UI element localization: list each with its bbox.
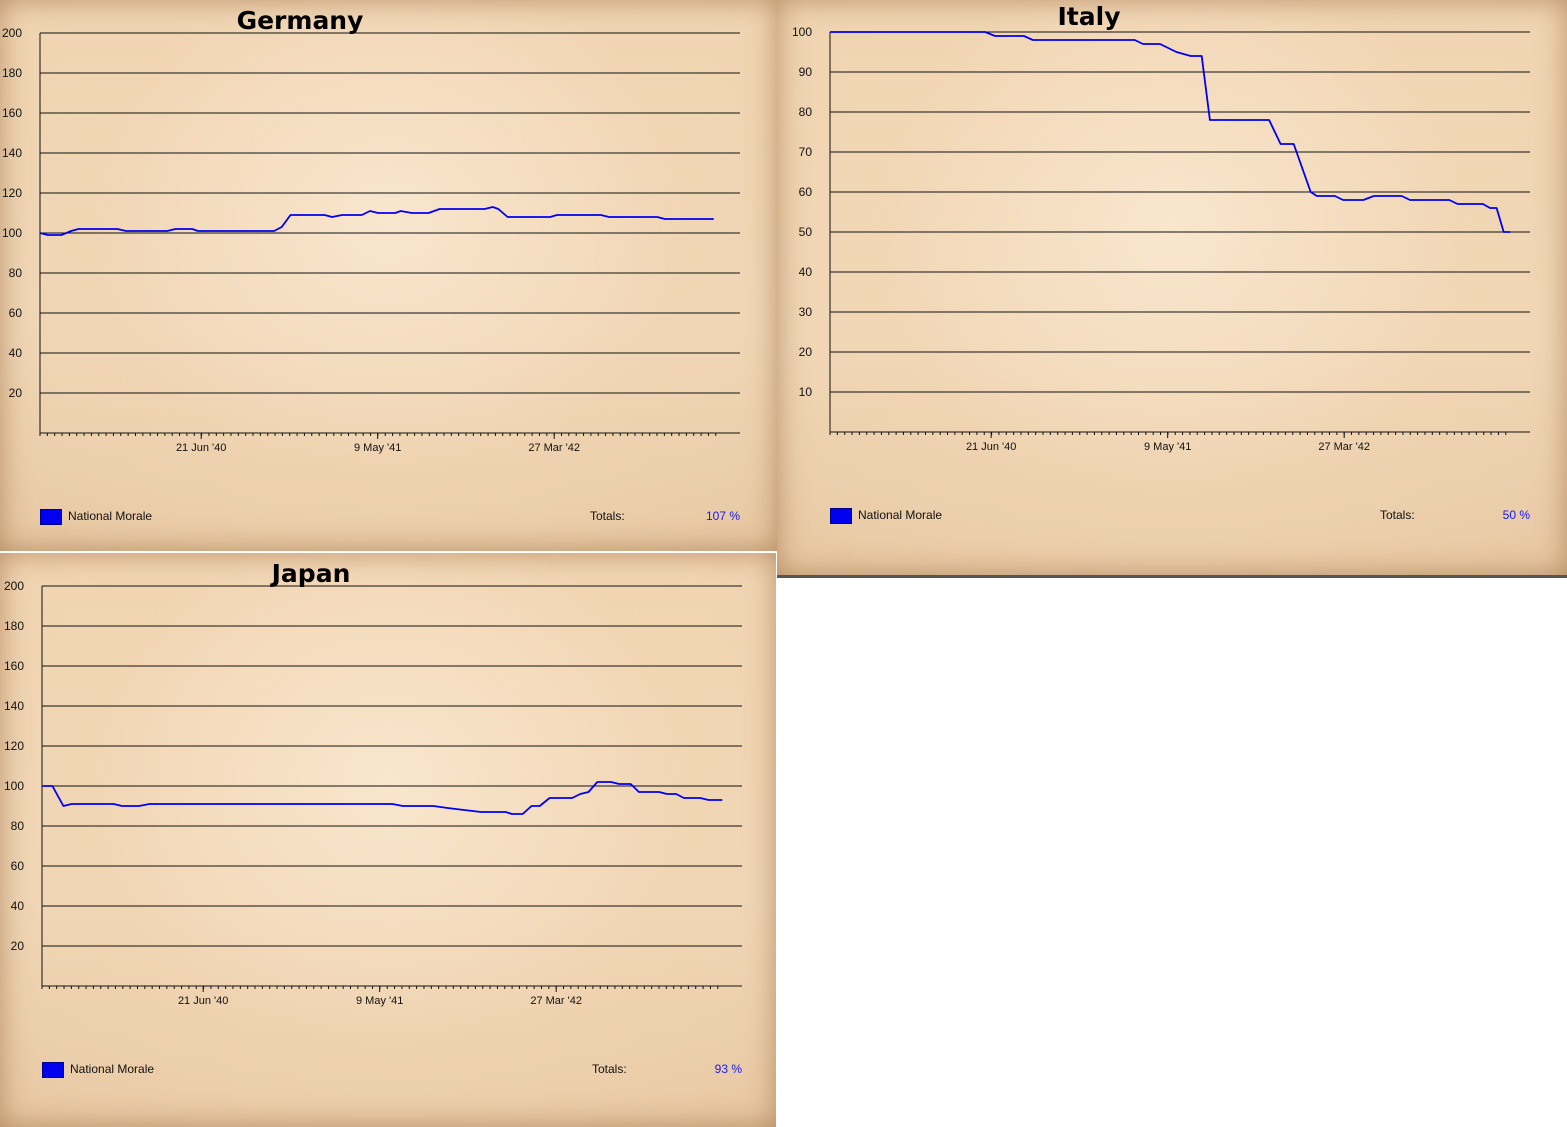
x-tick-label: 21 Jun '40 [178, 995, 228, 1007]
y-tick-label: 180 [4, 619, 24, 633]
y-tick-label: 100 [4, 779, 24, 793]
y-tick-label: 60 [9, 306, 23, 320]
y-tick-label: 160 [2, 106, 22, 120]
x-tick-label: 21 Jun '40 [966, 441, 1016, 453]
y-tick-label: 100 [2, 226, 22, 240]
y-tick-label: 10 [799, 385, 813, 399]
x-tick-label: 9 May '41 [354, 442, 401, 454]
y-tick-label: 40 [9, 346, 23, 360]
totals-value: 93 % [714, 1062, 742, 1076]
y-tick-label: 140 [2, 146, 22, 160]
legend-swatch [830, 508, 852, 524]
x-tick-label: 21 Jun '40 [176, 442, 226, 454]
totals-label: Totals: [590, 509, 625, 523]
y-tick-label: 120 [4, 739, 24, 753]
series-line-national-morale [39, 206, 714, 236]
y-tick-label: 180 [2, 66, 22, 80]
japan-chart-panel: 20 40 60 80 100 120 140 160 180 200 21 Jun '40 9 Ma… [0, 553, 776, 1127]
japan-chart: 20 40 60 80 100 120 140 160 180 200 21 Jun '40 9 Ma… [4, 579, 742, 1007]
germany-chart: 20 40 60 80 100 120 140 160 180 200 21 Jun '40 9 Ma… [2, 26, 740, 454]
legend-swatch [40, 509, 62, 525]
x-tick-label: 9 May '41 [1144, 441, 1191, 453]
chart-title: Italy [1057, 2, 1121, 31]
germany-chart-panel: 20 40 60 80 100 120 140 160 180 200 21 Jun '40 9 Ma… [0, 0, 777, 551]
y-tick-label: 60 [11, 859, 25, 873]
y-tick-label: 200 [4, 579, 24, 593]
y-tick-label: 140 [4, 699, 24, 713]
y-tick-label: 40 [799, 265, 813, 279]
chart-title: Japan [271, 559, 351, 588]
y-tick-label: 80 [799, 105, 813, 119]
x-tick-label: 27 Mar '42 [528, 442, 580, 454]
totals-label: Totals: [1380, 508, 1415, 522]
totals-label: Totals: [592, 1062, 627, 1076]
y-tick-label: 20 [799, 345, 813, 359]
y-tick-label: 20 [9, 386, 23, 400]
series-line-national-morale [830, 31, 1511, 233]
y-tick-label: 80 [11, 819, 25, 833]
x-tick-label: 27 Mar '42 [530, 995, 582, 1007]
y-tick-label: 90 [799, 65, 813, 79]
totals-value: 107 % [705, 509, 740, 523]
legend-label: National Morale [70, 1062, 155, 1076]
chart-title: Germany [236, 6, 364, 35]
italy-chart-panel: 10 20 30 40 50 60 70 80 90 100 21 Jun '40 9 May '41… [777, 0, 1567, 578]
y-tick-label: 60 [799, 185, 813, 199]
y-tick-label: 80 [9, 266, 23, 280]
totals-value: 50 % [1502, 508, 1530, 522]
legend-label: National Morale [858, 508, 943, 522]
y-tick-label: 100 [792, 25, 812, 39]
y-tick-label: 200 [2, 26, 22, 40]
y-tick-label: 70 [799, 145, 813, 159]
x-tick-label: 9 May '41 [356, 995, 403, 1007]
y-tick-label: 30 [799, 305, 813, 319]
y-tick-label: 50 [799, 225, 813, 239]
legend-swatch [42, 1062, 64, 1078]
y-tick-label: 160 [4, 659, 24, 673]
italy-chart: 10 20 30 40 50 60 70 80 90 100 21 Jun '40 9 May '41… [792, 25, 1530, 453]
y-tick-label: 20 [11, 939, 25, 953]
x-tick-label: 27 Mar '42 [1318, 441, 1370, 453]
y-tick-label: 120 [2, 186, 22, 200]
legend-label: National Morale [68, 509, 153, 523]
series-line-national-morale [42, 781, 723, 815]
y-tick-label: 40 [11, 899, 25, 913]
